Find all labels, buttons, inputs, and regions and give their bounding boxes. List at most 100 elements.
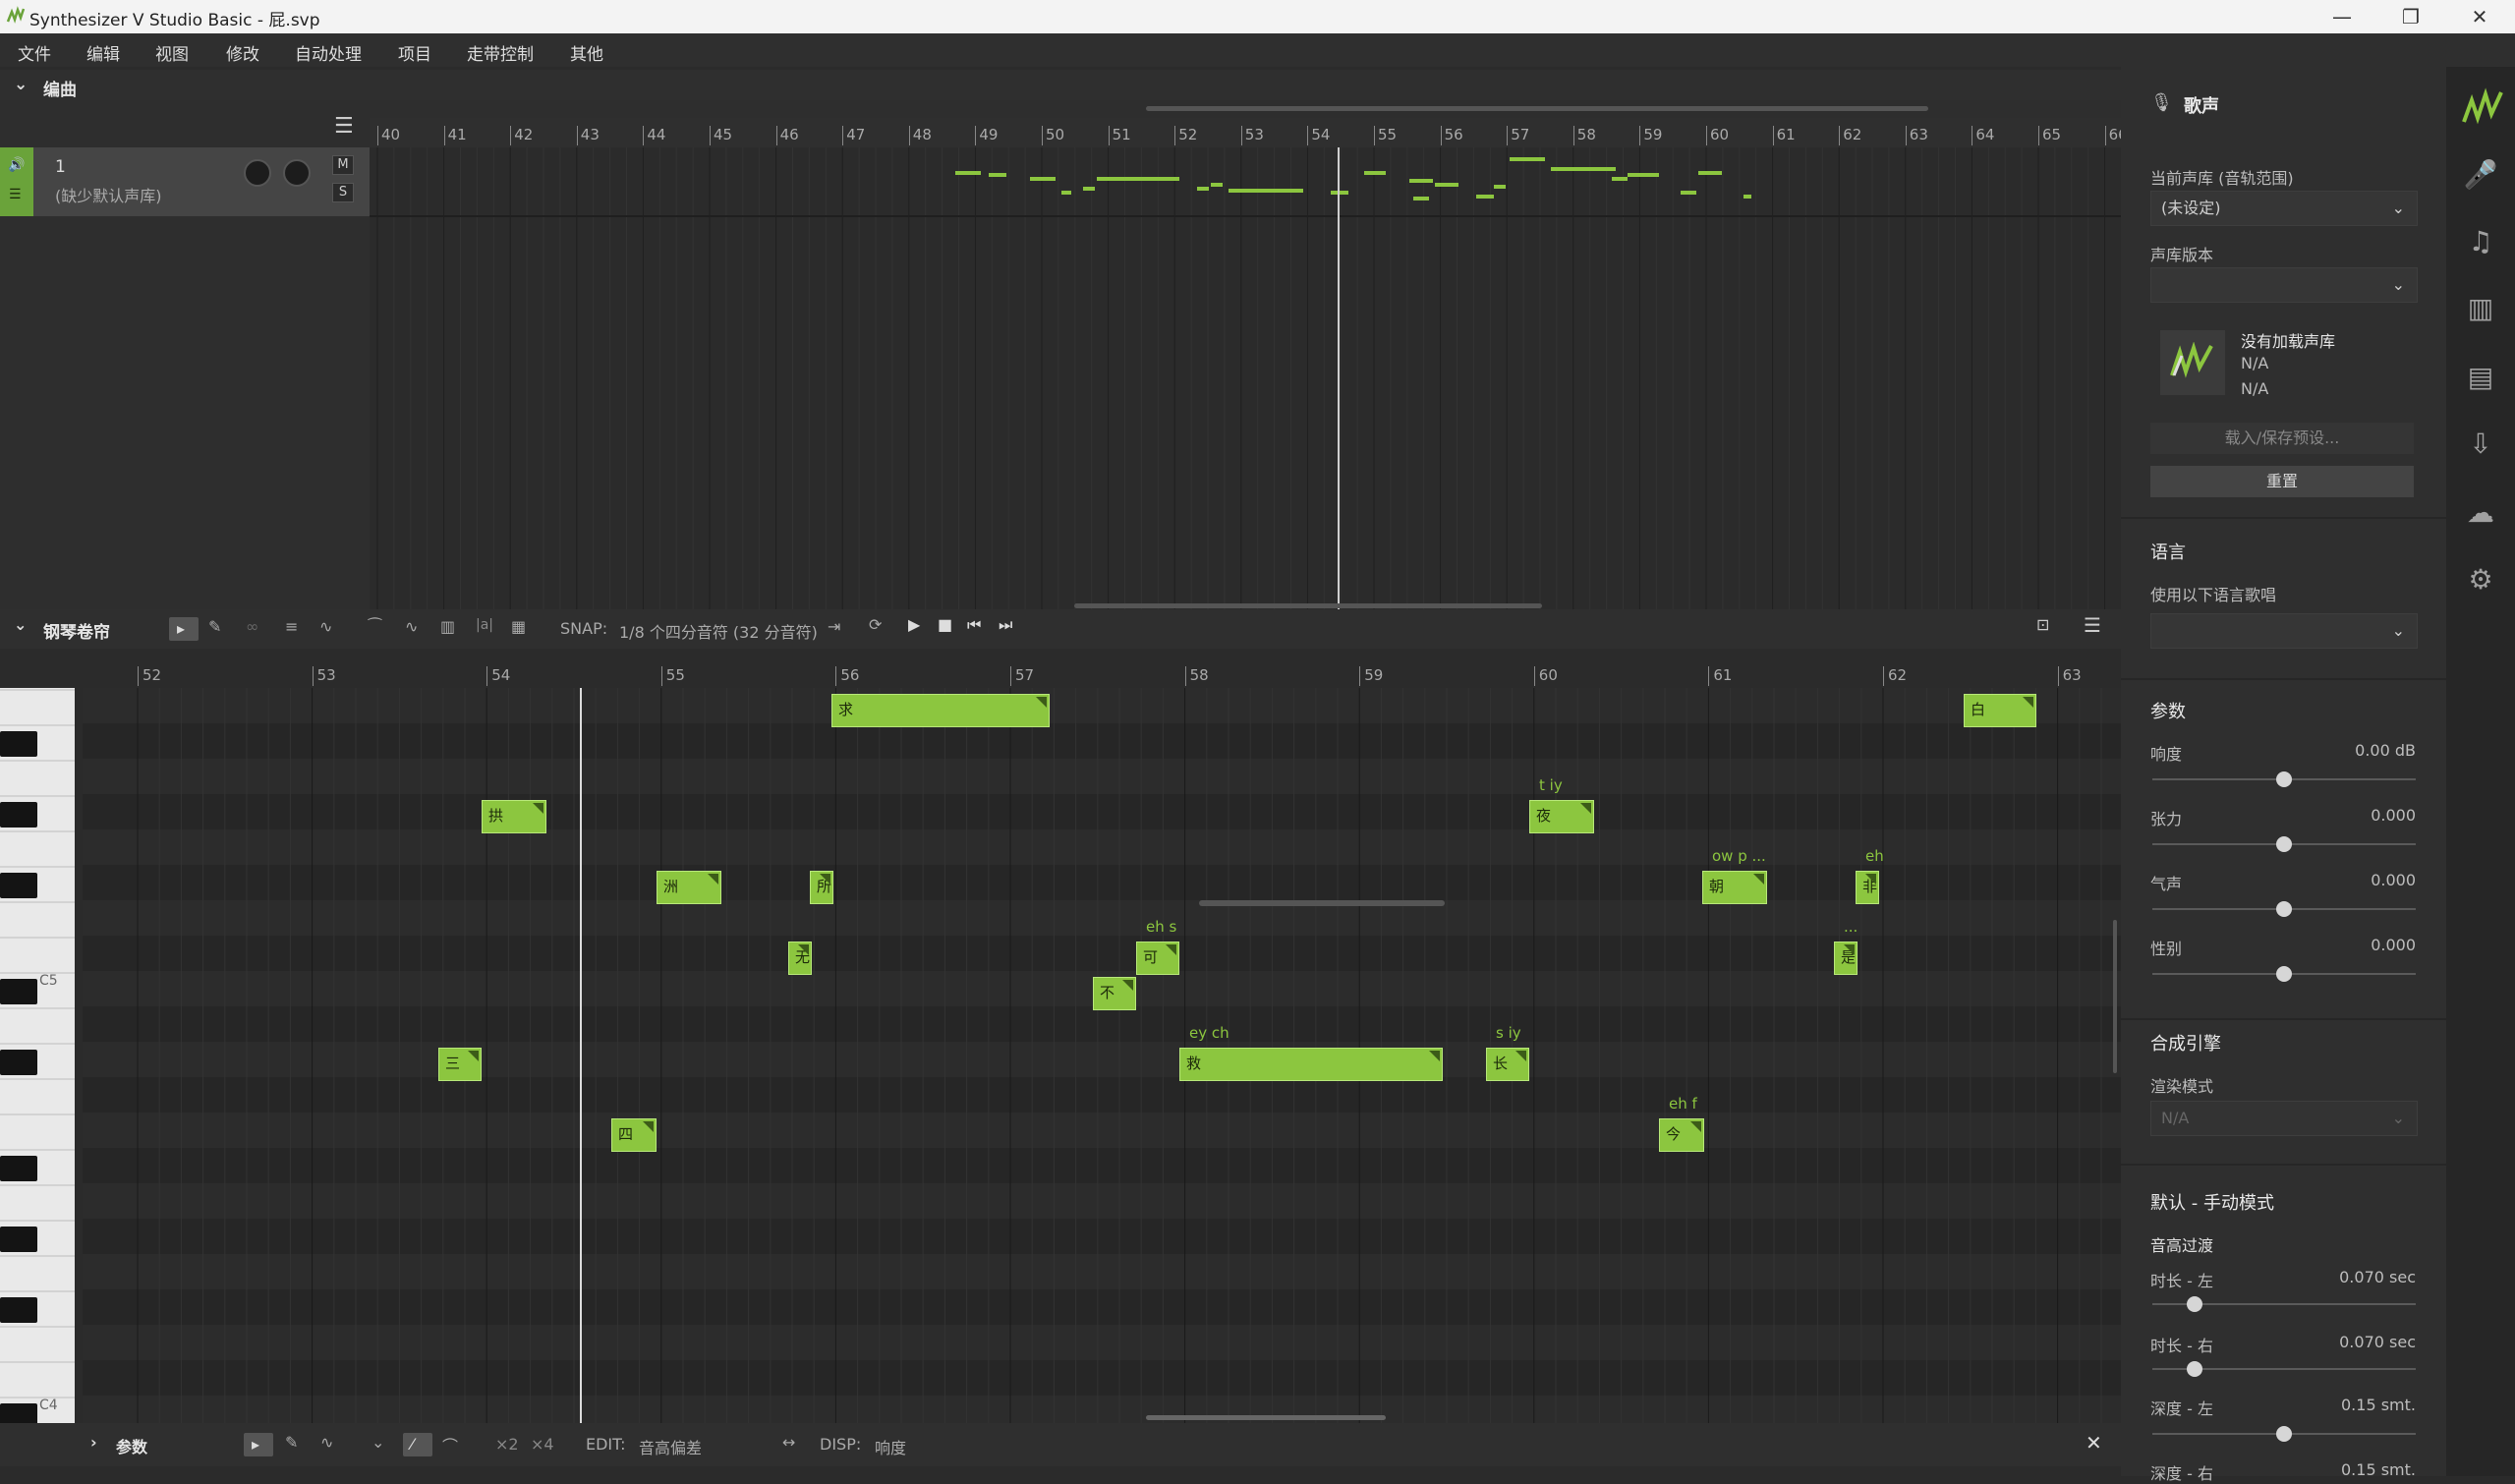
note[interactable]: 长 — [1486, 1048, 1529, 1081]
breath-value[interactable]: 0.000 — [2268, 871, 2416, 889]
note[interactable]: 洲 — [657, 871, 721, 904]
arrangement-bottom-scrollbar[interactable] — [1074, 603, 1542, 608]
arrangement-note-bar[interactable] — [1083, 187, 1095, 191]
load-save-preset-button[interactable]: 载入/保存预设... — [2150, 423, 2414, 454]
arrangement-note-bar[interactable] — [1681, 191, 1696, 195]
arrangement-note-bar[interactable] — [1229, 189, 1303, 193]
disp-value[interactable]: 响度 — [875, 1435, 906, 1458]
note[interactable]: 朝 — [1702, 871, 1767, 904]
play-icon[interactable]: ▶ — [908, 615, 920, 634]
note[interactable]: 所 — [810, 871, 833, 904]
forward-icon[interactable]: ⏭ — [999, 615, 1012, 635]
snap-value[interactable]: 1/8 个四分音符 (32 分音符) — [619, 619, 818, 643]
breath-slider-thumb[interactable] — [2276, 901, 2292, 917]
track-menu-icon[interactable]: ☰ — [334, 114, 354, 139]
arrangement-note-bar[interactable] — [1494, 185, 1506, 189]
solo-button[interactable]: S — [332, 183, 354, 202]
maximize-button[interactable]: ❐ — [2375, 0, 2446, 33]
depth-right-value[interactable]: 0.15 smt. — [2268, 1460, 2416, 1479]
minimize-button[interactable]: — — [2307, 0, 2377, 33]
note[interactable]: 白 — [1964, 694, 2036, 727]
track-header[interactable]: 🔊 ☰ 1 (缺少默认声库) M S — [0, 147, 370, 216]
voice-tab-microphone-icon[interactable]: 🎤 — [2459, 153, 2502, 197]
menu-other[interactable]: 其他 — [570, 40, 603, 65]
horizontal-scrollbar[interactable] — [1146, 106, 1928, 111]
close-params-icon[interactable]: ✕ — [2086, 1431, 2102, 1455]
tension-slider-thumb[interactable] — [2276, 836, 2292, 852]
swap-icon[interactable]: ↔ — [782, 1433, 795, 1452]
stop-icon[interactable]: ■ — [938, 615, 952, 634]
piano-roll-menu-icon[interactable]: ☰ — [2084, 613, 2101, 637]
gender-value[interactable]: 0.000 — [2268, 936, 2416, 954]
render-mode-dropdown[interactable]: N/A ⌄ — [2150, 1101, 2418, 1136]
note[interactable]: 不 — [1093, 977, 1136, 1010]
menu-auto-process[interactable]: 自动处理 — [295, 40, 362, 65]
gender-slider-thumb[interactable] — [2276, 966, 2292, 982]
expand-chevron-icon[interactable]: › — [90, 1433, 97, 1452]
arrangement-view[interactable]: ☰ 40 41 42 43 44 45 46 47 48 49 50 51 52 53 54 55 56 57 58… — [0, 100, 2128, 609]
edit-value[interactable]: 音高偏差 — [639, 1435, 702, 1458]
black-key[interactable] — [0, 873, 37, 898]
tension-value[interactable]: 0.000 — [2268, 806, 2416, 825]
param-smooth-button[interactable]: ⁄ — [403, 1433, 432, 1456]
playhead[interactable] — [580, 688, 582, 1423]
select-tool-button[interactable]: ▸ — [169, 617, 199, 641]
capture-icon[interactable]: ⊡ — [2036, 615, 2049, 634]
arrangement-note-bar[interactable] — [1743, 195, 1751, 199]
track-list-icon[interactable]: ☰ — [9, 187, 22, 202]
menu-edit[interactable]: 编辑 — [86, 40, 120, 65]
arrangement-note-bar[interactable] — [1030, 177, 1056, 181]
param-pen-icon[interactable]: ✎ — [285, 1433, 298, 1452]
language-dropdown[interactable]: ⌄ — [2150, 613, 2418, 649]
curve-tool-icon[interactable]: ∿ — [319, 617, 332, 636]
loop-icon[interactable]: ⟳ — [869, 615, 882, 634]
notes-layer[interactable]: 三 拱四 洲无 所 求不 可 eh s 救 ey ch 长 s iy 夜 t iy 今 eh f 朝 ow p … — [83, 688, 2121, 1423]
arrangement-note-bar[interactable] — [1628, 173, 1659, 177]
pitch-curve-icon[interactable]: ⁀ — [369, 617, 381, 636]
note[interactable]: 夜 — [1529, 800, 1594, 833]
piano-keyboard[interactable]: C5 C4 — [0, 688, 75, 1423]
menu-file[interactable]: 文件 — [18, 40, 51, 65]
black-key[interactable] — [0, 979, 37, 1004]
note[interactable]: 可 — [1136, 942, 1179, 975]
dur-left-value[interactable]: 0.070 sec — [2268, 1268, 2416, 1286]
keyboard-keys[interactable] — [0, 688, 75, 1423]
auto-scroll-icon[interactable]: ⇥ — [828, 617, 840, 636]
depth-left-value[interactable]: 0.15 smt. — [2268, 1396, 2416, 1414]
pen-tool-icon[interactable]: ✎ — [208, 617, 221, 636]
param-curve-icon[interactable]: ∿ — [320, 1433, 333, 1452]
arrangement-note-bar[interactable] — [1364, 171, 1386, 175]
settings-gear-icon[interactable]: ⚙ — [2459, 558, 2502, 601]
note[interactable]: 无 — [788, 942, 812, 975]
black-key[interactable] — [0, 1403, 37, 1423]
menu-transport[interactable]: 走带控制 — [467, 40, 534, 65]
mute-button[interactable]: M — [332, 155, 354, 175]
menu-view[interactable]: 视图 — [155, 40, 189, 65]
param-arc-icon[interactable]: ⌒ — [442, 1433, 458, 1456]
piano-roll-ruler[interactable]: 52 53 54 55 56 57 58 59 60 61 62 63 — [83, 660, 2121, 688]
pan-knob[interactable] — [283, 159, 311, 187]
rewind-icon[interactable]: ⏮ — [967, 615, 981, 635]
dur-left-slider-thumb[interactable] — [2186, 1296, 2202, 1312]
reset-button[interactable]: 重置 — [2150, 466, 2414, 497]
arrangement-header[interactable]: ⌄ 编曲 — [0, 70, 2121, 103]
dur-right-value[interactable]: 0.070 sec — [2268, 1333, 2416, 1351]
arrangement-note-bar[interactable] — [1197, 187, 1209, 191]
dur-right-slider-thumb[interactable] — [2186, 1361, 2202, 1377]
black-key[interactable] — [0, 1297, 37, 1323]
render-export-icon[interactable]: ⇩ — [2459, 423, 2502, 466]
lyrics-book-icon[interactable]: ▤ — [2459, 356, 2502, 399]
close-window-button[interactable]: ✕ — [2444, 0, 2515, 33]
arrangement-note-bar[interactable] — [1551, 167, 1616, 171]
piano-icon[interactable]: ▦ — [511, 617, 526, 636]
arrangement-note-bar[interactable] — [1211, 183, 1223, 187]
arrangement-note-bar[interactable] — [1510, 157, 1545, 161]
menu-project[interactable]: 项目 — [398, 40, 431, 65]
note[interactable]: 四 — [611, 1118, 657, 1152]
loudness-value[interactable]: 0.00 dB — [2268, 741, 2416, 760]
loudness-slider-thumb[interactable] — [2276, 771, 2292, 787]
note-properties-music-icon[interactable]: ♫ — [2459, 220, 2502, 263]
vibrato-icon[interactable]: ∿ — [405, 617, 418, 636]
note[interactable]: 救 — [1179, 1048, 1443, 1081]
depth-left-slider-thumb[interactable] — [2276, 1426, 2292, 1442]
